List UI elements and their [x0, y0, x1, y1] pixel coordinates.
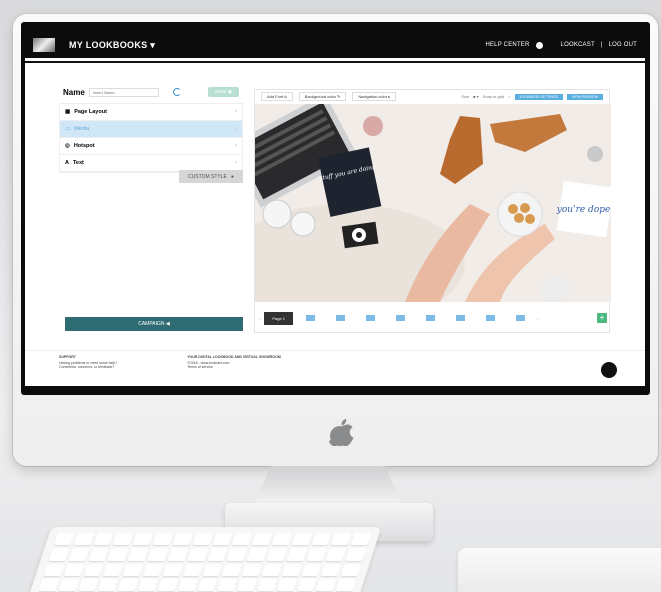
footer-about-title: YOUR DIGITAL LOOKBOOK AND VIRTUAL SHOWRO…: [187, 355, 281, 359]
current-page[interactable]: Page 1: [264, 311, 294, 325]
dope-card-text: you're dope.: [556, 205, 611, 215]
settings-icon: ●: [230, 173, 234, 180]
top-nav-bar: MY LOOKBOOKS ▾ HELP CENTER LOOKCAST | LO…: [25, 32, 645, 58]
nav-stripe: [25, 58, 645, 63]
share-icon: ◀: [165, 321, 170, 327]
page-thumbnail[interactable]: [387, 311, 413, 325]
my-lookbooks-menu[interactable]: MY LOOKBOOKS ▾: [69, 40, 155, 51]
page-thumbnail[interactable]: [327, 311, 353, 325]
navigation-color-button[interactable]: Navigation color ▸: [352, 92, 397, 101]
view-preview-button[interactable]: VIEW PREVIEW: [566, 93, 603, 100]
add-font-button[interactable]: Add Font A: [261, 92, 293, 101]
app-screen: MY LOOKBOOKS ▾ HELP CENTER LOOKCAST | LO…: [25, 32, 645, 386]
help-center-link[interactable]: HELP CENTER: [485, 42, 529, 48]
name-label: Name: [63, 87, 85, 97]
chevron-right-icon: ›: [235, 160, 237, 166]
save-icon: ▣: [227, 89, 232, 94]
image-icon: ▭: [65, 126, 71, 132]
target-icon: ◎: [65, 143, 70, 149]
grid-icon: ▦: [65, 109, 71, 115]
chat-bubble-icon[interactable]: [601, 362, 617, 378]
accordion-label: Hotspot: [73, 143, 95, 149]
next-page-icon[interactable]: ›: [537, 316, 538, 321]
lookbook-page-image[interactable]: stuff you are doing you're dope.: [255, 104, 611, 302]
footer-about: YOUR DIGITAL LOOKBOOK AND VIRTUAL SHOWRO…: [187, 355, 281, 382]
help-icon[interactable]: [535, 41, 543, 49]
trackpad: [458, 548, 661, 592]
page-thumbnail[interactable]: [297, 311, 323, 325]
prev-page-icon[interactable]: ‹: [259, 316, 260, 321]
page-navigator: ‹ Page 1 › +: [255, 306, 611, 330]
footer: SUPPORT Having problems or need some hel…: [25, 350, 645, 386]
page-thumbnail[interactable]: [477, 311, 503, 325]
settings-accordion: ▦ Page Layout › ▭ Media › ◎ Hotspot › A …: [59, 103, 243, 173]
accordion-label: Page Layout: [74, 109, 107, 115]
page-thumbnail[interactable]: [417, 311, 443, 325]
support-feedback-link[interactable]: Comments, concerns, or feedback?: [59, 365, 117, 369]
chevron-right-icon: ›: [235, 109, 237, 115]
terms-link[interactable]: Terms of service: [187, 365, 281, 369]
footer-support: SUPPORT Having problems or need some hel…: [59, 355, 117, 382]
chevron-right-icon: ›: [235, 143, 237, 149]
lookcast-link[interactable]: LOOKCAST: [561, 42, 595, 48]
keyboard: [28, 527, 382, 592]
save-button[interactable]: SAVE ▣: [207, 87, 239, 97]
page-thumbnail[interactable]: [357, 311, 383, 325]
lookbook-settings-button[interactable]: LOOKBOOK SETTINGS: [514, 93, 563, 100]
snap-to-grid-label: Snap to grid: [482, 94, 505, 99]
accordion-media[interactable]: ▭ Media ›: [60, 121, 242, 138]
custom-style-button[interactable]: CUSTOM STYLE ●: [179, 170, 243, 183]
nav-separator: |: [600, 42, 603, 48]
accordion-hotspot[interactable]: ◎ Hotspot ›: [60, 138, 242, 155]
loading-spinner-icon: [172, 88, 181, 96]
size-select[interactable]: ■ ▾: [473, 94, 479, 99]
text-icon: A: [65, 160, 69, 166]
page-thumbnail[interactable]: [447, 311, 473, 325]
logout-link[interactable]: LOG OUT: [609, 42, 637, 48]
chevron-down-icon: ▾: [150, 39, 156, 50]
campaign-button[interactable]: CAMPAIGN ◀: [65, 317, 243, 331]
accordion-label: Media: [74, 126, 90, 132]
snap-to-grid-toggle[interactable]: ○: [508, 94, 510, 99]
accordion-label: Text: [72, 160, 84, 166]
apple-logo-icon: [328, 419, 354, 446]
add-page-button[interactable]: +: [597, 313, 607, 323]
name-input[interactable]: [88, 87, 159, 97]
background-color-button[interactable]: Background color ✎: [298, 92, 347, 101]
monitor-stand: [253, 466, 403, 506]
accordion-page-layout[interactable]: ▦ Page Layout ›: [60, 104, 242, 121]
lookbook-editor: Add Font A Background color ✎ Navigation…: [254, 89, 611, 333]
left-panel: Name SAVE ▣ ▦ Page Layout › ▭ Media › ◎ …: [59, 85, 243, 337]
page-thumbnail[interactable]: [507, 311, 533, 325]
brand-logo[interactable]: [33, 38, 55, 52]
chevron-right-icon: ›: [235, 126, 237, 132]
editor-toolbar: Add Font A Background color ✎ Navigation…: [255, 90, 609, 103]
size-label: Size: [461, 94, 470, 99]
footer-support-title: SUPPORT: [59, 355, 76, 359]
